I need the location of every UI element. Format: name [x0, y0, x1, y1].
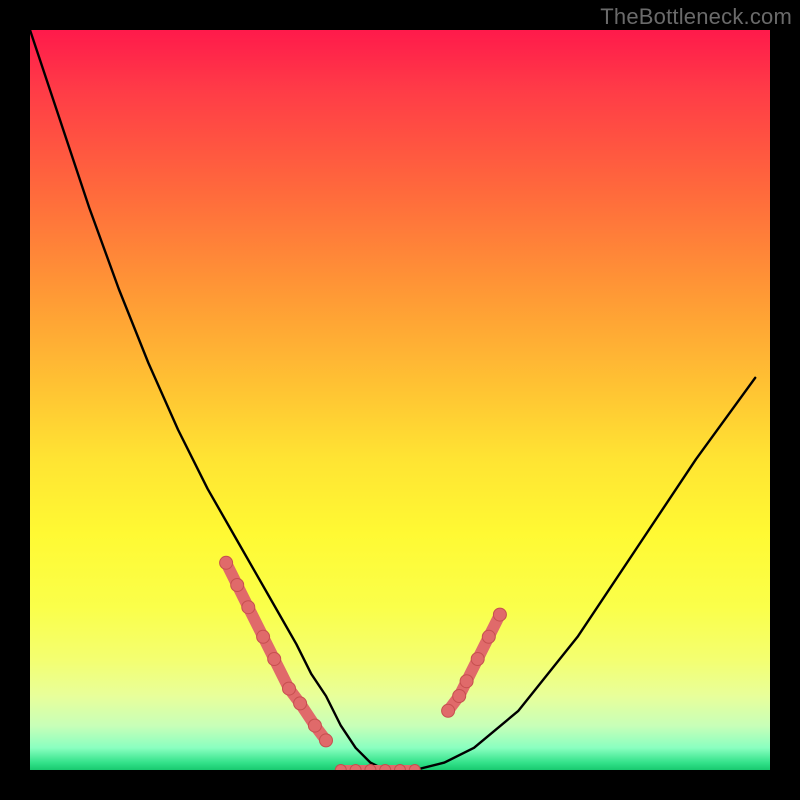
bead-marker [283, 682, 296, 695]
beads-right-group [442, 608, 507, 717]
bead-marker [231, 579, 244, 592]
bead-marker [257, 630, 270, 643]
bead-marker [220, 556, 233, 569]
bottleneck-curve [30, 30, 755, 770]
bead-marker [442, 704, 455, 717]
bead-marker [493, 608, 506, 621]
bead-marker [308, 719, 321, 732]
bead-marker [320, 734, 333, 747]
plot-area [30, 30, 770, 770]
bead-marker [482, 630, 495, 643]
chart-svg [30, 30, 770, 770]
bead-marker [460, 675, 473, 688]
beads-left-group [220, 556, 333, 747]
bead-marker [471, 653, 484, 666]
bead-marker [268, 653, 281, 666]
bead-marker [453, 690, 466, 703]
bead-marker [294, 697, 307, 710]
outer-frame: TheBottleneck.com [0, 0, 800, 800]
bead-marker [242, 601, 255, 614]
beads-bottom-group [335, 765, 420, 771]
watermark-label: TheBottleneck.com [600, 4, 792, 30]
